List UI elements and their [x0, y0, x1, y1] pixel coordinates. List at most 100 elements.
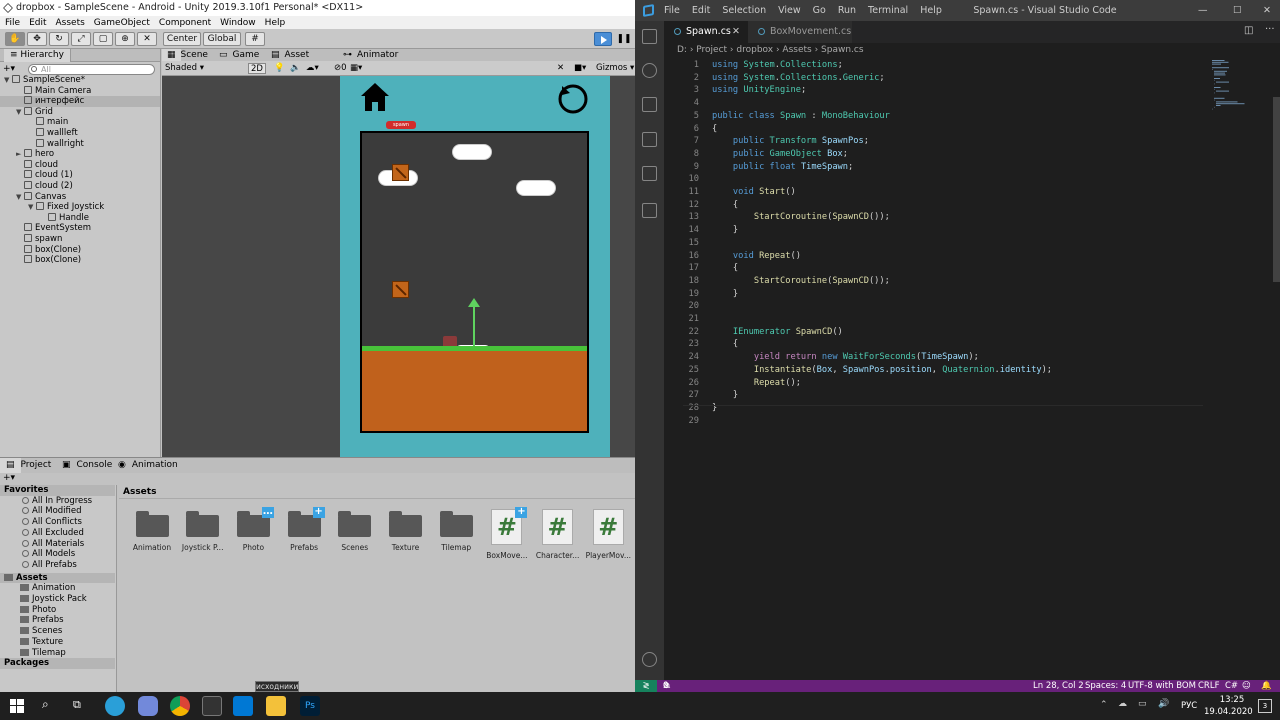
code-line[interactable]: public float TimeSpawn;	[712, 161, 853, 174]
menu-item[interactable]: Help	[265, 18, 286, 28]
code-line[interactable]: {	[712, 338, 738, 351]
tree-item[interactable]: All Conflicts	[0, 517, 115, 528]
tab-game[interactable]: ▭ Game	[214, 49, 259, 61]
extensions-icon[interactable]	[642, 166, 657, 181]
menu-item[interactable]: Terminal	[868, 0, 908, 21]
custom-tool-icon[interactable]: ✕	[137, 32, 157, 46]
code-line[interactable]: using System.Collections;	[712, 59, 843, 72]
windows-start-icon[interactable]	[10, 699, 24, 713]
vscode-app-icon[interactable]	[233, 696, 253, 716]
tree-item[interactable]: Tilemap	[0, 648, 115, 659]
create-asset-button[interactable]: +▾	[3, 473, 15, 483]
home-icon[interactable]	[359, 81, 391, 113]
folder-asset[interactable]: … Photo	[230, 507, 276, 552]
tree-item[interactable]: All In Progress	[0, 496, 115, 507]
minimap[interactable]	[1210, 57, 1280, 117]
expand-arrow-icon[interactable]: ►	[16, 149, 24, 160]
code-line[interactable]: void Repeat()	[712, 250, 801, 263]
code-line[interactable]: public class Spawn : MonoBehaviour	[712, 110, 890, 123]
code-line[interactable]: StartCoroutine(SpawnCD());	[712, 211, 890, 224]
camera-icon[interactable]: ■▾	[574, 61, 586, 76]
tree-item[interactable]: All Models	[0, 549, 115, 560]
code-line[interactable]: Repeat();	[712, 377, 801, 390]
hierarchy-item[interactable]: ▼ Grid	[0, 106, 160, 118]
eol-setting[interactable]: CRLF	[1198, 680, 1219, 692]
gizmos-dropdown[interactable]: Gizmos ▾	[596, 61, 634, 76]
code-line[interactable]: }	[712, 402, 717, 415]
hierarchy-item[interactable]: box(Clone)	[0, 244, 160, 256]
game-canvas[interactable]: spawn	[340, 76, 610, 457]
remote-indicator-icon[interactable]: ≷	[635, 680, 657, 692]
code-line[interactable]: }	[712, 389, 738, 402]
menu-item[interactable]: Edit	[692, 0, 710, 21]
tree-item[interactable]: Joystick Pack	[0, 594, 115, 605]
script-asset[interactable]: # PlayerMov...	[585, 509, 631, 560]
hierarchy-item[interactable]: ▼ Fixed Joystick	[0, 202, 160, 213]
chrome-icon[interactable]	[170, 696, 190, 716]
code-line[interactable]: public GameObject Box;	[712, 148, 848, 161]
hierarchy-item[interactable]: cloud (1)	[0, 170, 160, 181]
tree-item[interactable]: All Prefabs	[0, 560, 115, 571]
tree-item[interactable]: Animation	[0, 583, 115, 594]
rotate-tool-icon[interactable]: ↻	[49, 32, 69, 46]
grid-dropdown-icon[interactable]: ▦▾	[350, 61, 362, 76]
scale-tool-icon[interactable]: ⤢	[71, 32, 91, 46]
hierarchy-item[interactable]: Main Camera	[0, 85, 160, 97]
code-line[interactable]: {	[712, 262, 738, 275]
play-button[interactable]	[594, 32, 612, 46]
remote-explorer-icon[interactable]	[642, 203, 657, 218]
folder-asset[interactable]: Tilemap	[433, 509, 479, 552]
tree-item[interactable]: Photo	[0, 605, 115, 616]
menu-item[interactable]: Assets	[56, 18, 85, 28]
indentation-setting[interactable]: Spaces: 4	[1085, 680, 1126, 692]
code-editor[interactable]: 1 using System.Collections; 2 using System.…	[664, 57, 1224, 677]
code-line[interactable]: StartCoroutine(SpawnCD());	[712, 275, 890, 288]
input-language[interactable]: РУС	[1181, 701, 1197, 711]
hierarchy-item[interactable]: ► hero	[0, 149, 160, 160]
network-icon[interactable]: ▭	[1138, 699, 1147, 709]
breadcrumb[interactable]: D: › Project › dropbox › Assets › Spawn.…	[664, 43, 1280, 57]
expand-arrow-icon[interactable]: ▼	[16, 107, 24, 118]
code-line[interactable]: {	[712, 123, 717, 136]
menu-item[interactable]: Component	[159, 18, 211, 28]
hierarchy-item[interactable]: Handle	[0, 212, 160, 224]
tree-item[interactable]: All Materials	[0, 539, 115, 550]
telegram-icon[interactable]	[105, 696, 125, 716]
effects-dropdown-icon[interactable]: ☁▾	[306, 61, 319, 76]
move-tool-icon[interactable]: ✥	[27, 32, 47, 46]
maximize-icon[interactable]: ☐	[1233, 0, 1242, 21]
hierarchy-item[interactable]: wallleft	[0, 128, 160, 139]
close-icon[interactable]: ✕	[1263, 0, 1271, 21]
feedback-icon[interactable]: ☺	[1242, 680, 1251, 692]
cursor-position[interactable]: Ln 28, Col 2	[1033, 680, 1084, 692]
script-asset[interactable]: # Character...	[535, 509, 581, 560]
menu-item[interactable]: File	[664, 0, 680, 21]
move-gizmo-y-axis[interactable]	[473, 303, 475, 349]
discord-icon[interactable]	[138, 696, 158, 716]
encoding-setting[interactable]: UTF-8 with BOM	[1128, 680, 1196, 692]
tab-console[interactable]: ▣ Console	[56, 458, 112, 473]
clock-date[interactable]: 19.04.2020	[1204, 707, 1253, 717]
code-line[interactable]: {	[712, 199, 738, 212]
hierarchy-tab[interactable]: ≡ Hierarchy	[4, 49, 71, 62]
shading-mode-dropdown[interactable]: Shaded ▾	[165, 61, 204, 76]
folder-asset[interactable]: Joystick P...	[180, 509, 226, 552]
folder-asset[interactable]: Scenes	[332, 509, 378, 552]
volume-icon[interactable]: 🔊	[1158, 699, 1169, 709]
add-object-button[interactable]: +▾	[3, 64, 15, 74]
menu-item[interactable]: View	[778, 0, 801, 21]
tree-section-header[interactable]: Assets	[0, 572, 115, 584]
tray-overflow-icon[interactable]: ⌃	[1100, 700, 1108, 710]
audio-toggle-icon[interactable]: 🔈	[290, 61, 301, 76]
tree-item[interactable]: Scenes	[0, 626, 115, 637]
explorer-icon[interactable]	[642, 29, 657, 44]
tab-boxmovement-cs[interactable]: BoxMovement.cs	[748, 21, 852, 43]
photoshop-icon[interactable]: Ps	[300, 696, 320, 716]
language-mode[interactable]: C#	[1225, 680, 1238, 692]
hierarchy-item[interactable]: main	[0, 117, 160, 128]
tree-section-header[interactable]: Favorites	[0, 485, 115, 496]
tree-item[interactable]: Prefabs	[0, 615, 115, 626]
hierarchy-item[interactable]: интерфейс	[0, 96, 160, 107]
menu-item[interactable]: Window	[220, 18, 256, 28]
expand-arrow-icon[interactable]: ▼	[16, 192, 24, 203]
